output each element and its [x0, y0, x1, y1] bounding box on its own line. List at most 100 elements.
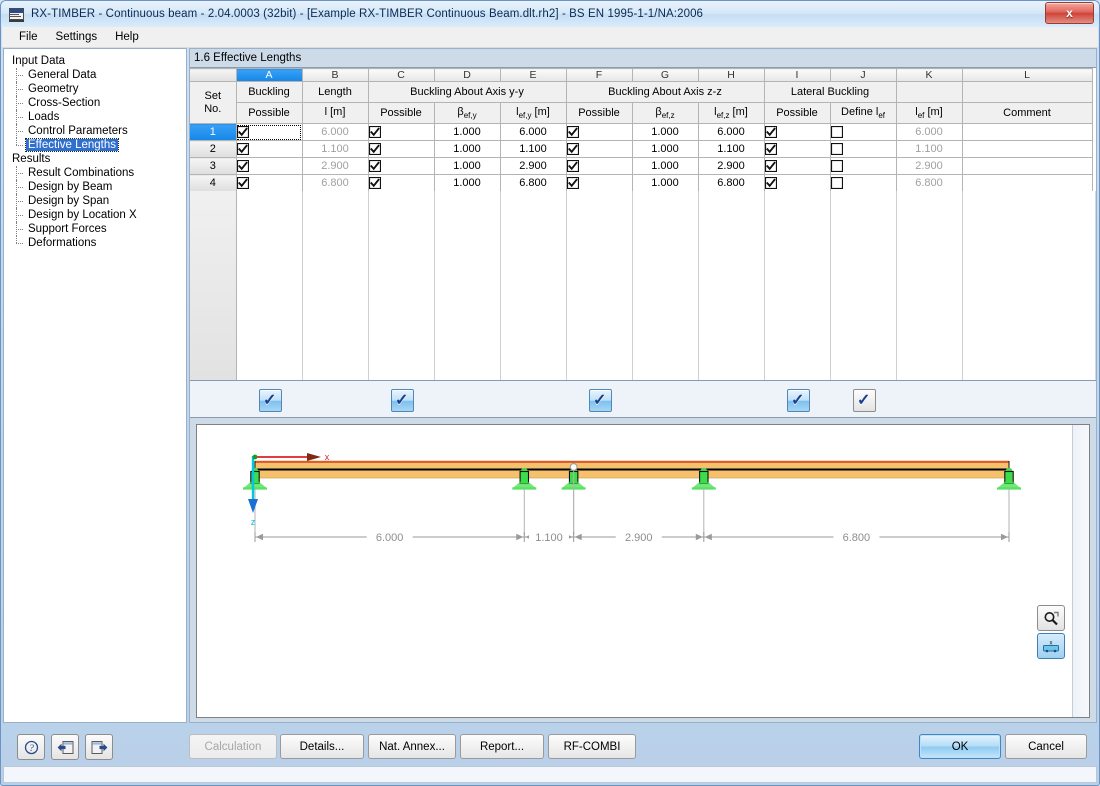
cell-zz-possible[interactable] — [566, 140, 633, 158]
cell-buckling-possible[interactable] — [236, 174, 303, 192]
cell-beta-ef-z[interactable]: 1.000 — [632, 157, 699, 175]
cell-beta-ef-y[interactable]: 1.000 — [434, 140, 501, 158]
rf-combi-button[interactable]: RF-COMBI — [548, 734, 636, 759]
sidebar-item-effective-lengths[interactable]: Effective Lengths — [10, 138, 186, 152]
cell-beta-ef-z[interactable]: 1.000 — [632, 123, 699, 141]
select-all-checkbox-i[interactable]: ✓ — [787, 389, 810, 412]
cell-lateral-possible[interactable] — [764, 123, 831, 141]
column-header-F[interactable]: F — [566, 68, 633, 82]
sidebar-item-result-combinations[interactable]: Result Combinations — [10, 166, 186, 180]
cell-l-ef-y[interactable]: 6.800 — [500, 174, 567, 192]
sidebar-item-design-by-location-x[interactable]: Design by Location X — [10, 208, 186, 222]
cell-length[interactable]: 6.000 — [302, 123, 369, 141]
grid-corner[interactable] — [190, 68, 237, 82]
tree-group-input-data[interactable]: Input Data — [10, 54, 186, 68]
select-all-checkbox-a[interactable]: ✓ — [259, 389, 282, 412]
details-button[interactable]: Details... — [280, 734, 364, 759]
cell-l-ef[interactable]: 6.000 — [896, 123, 963, 141]
cell-l-ef-z[interactable]: 1.100 — [698, 140, 765, 158]
cell-define-lef[interactable] — [830, 157, 897, 175]
table-row[interactable]: 1 6.000 1.000 6.000 1.000 6.000 6.000 — [190, 123, 1093, 141]
help-button[interactable]: ? — [17, 734, 45, 760]
cell-buckling-possible[interactable] — [236, 157, 303, 175]
tree-group-results[interactable]: Results — [10, 152, 186, 166]
cell-lateral-possible[interactable] — [764, 140, 831, 158]
select-all-checkbox-j[interactable]: ✓ — [853, 389, 876, 412]
sidebar-item-control-parameters[interactable]: Control Parameters — [10, 124, 186, 138]
cell-lateral-possible[interactable] — [764, 174, 831, 192]
column-header-J[interactable]: J — [830, 68, 897, 82]
row-header-set-no[interactable]: 2 — [190, 140, 237, 158]
nat-annex-button[interactable]: Nat. Annex... — [368, 734, 456, 759]
cell-yy-possible[interactable] — [368, 174, 435, 192]
cell-l-ef-z[interactable]: 2.900 — [698, 157, 765, 175]
cell-zz-possible[interactable] — [566, 123, 633, 141]
cell-beta-ef-z[interactable]: 1.000 — [632, 140, 699, 158]
column-header-L[interactable]: L — [962, 68, 1093, 82]
column-header-C[interactable]: C — [368, 68, 435, 82]
cell-comment[interactable] — [962, 140, 1093, 158]
cell-length[interactable]: 1.100 — [302, 140, 369, 158]
view-axis-icon[interactable]: x — [1037, 633, 1065, 659]
menu-file[interactable]: File — [10, 29, 47, 45]
table-row[interactable]: 3 2.900 1.000 2.900 1.000 2.900 2.900 — [190, 157, 1093, 175]
sidebar-item-deformations[interactable]: Deformations — [10, 236, 186, 250]
cancel-button[interactable]: Cancel — [1005, 734, 1087, 759]
cell-length[interactable]: 6.800 — [302, 174, 369, 192]
zoom-reset-icon[interactable] — [1037, 605, 1065, 631]
cell-yy-possible[interactable] — [368, 157, 435, 175]
sidebar-item-support-forces[interactable]: Support Forces — [10, 222, 186, 236]
column-header-E[interactable]: E — [500, 68, 567, 82]
cell-beta-ef-y[interactable]: 1.000 — [434, 174, 501, 192]
cell-l-ef[interactable]: 2.900 — [896, 157, 963, 175]
cell-beta-ef-y[interactable]: 1.000 — [434, 123, 501, 141]
column-header-B[interactable]: B — [302, 68, 369, 82]
sidebar-item-design-by-beam[interactable]: Design by Beam — [10, 180, 186, 194]
cell-l-ef-y[interactable]: 2.900 — [500, 157, 567, 175]
cell-comment[interactable] — [962, 123, 1093, 141]
cell-l-ef[interactable]: 6.800 — [896, 174, 963, 192]
report-button[interactable]: Report... — [460, 734, 544, 759]
cell-beta-ef-z[interactable]: 1.000 — [632, 174, 699, 192]
cell-buckling-possible[interactable] — [236, 123, 303, 141]
table-row[interactable]: 2 1.100 1.000 1.100 1.000 1.100 1.100 — [190, 140, 1093, 158]
cell-define-lef[interactable] — [830, 174, 897, 192]
column-header-D[interactable]: D — [434, 68, 501, 82]
cell-zz-possible[interactable] — [566, 174, 633, 192]
cell-l-ef-y[interactable]: 6.000 — [500, 123, 567, 141]
cell-buckling-possible[interactable] — [236, 140, 303, 158]
table-row[interactable]: 4 6.800 1.000 6.800 1.000 6.800 6.800 — [190, 174, 1093, 192]
beam-diagram-panel[interactable]: x z 6.000 1.100 2.900 6.800 x — [196, 424, 1090, 718]
next-button[interactable] — [85, 734, 113, 760]
select-all-checkbox-f[interactable]: ✓ — [589, 389, 612, 412]
column-header-G[interactable]: G — [632, 68, 699, 82]
cell-define-lef[interactable] — [830, 140, 897, 158]
cell-lateral-possible[interactable] — [764, 157, 831, 175]
cell-define-lef[interactable] — [830, 123, 897, 141]
cell-yy-possible[interactable] — [368, 140, 435, 158]
select-all-checkbox-c[interactable]: ✓ — [391, 389, 414, 412]
row-header-set-no[interactable]: 1 — [190, 123, 237, 141]
cell-comment[interactable] — [962, 157, 1093, 175]
ok-button[interactable]: OK — [919, 734, 1001, 759]
effective-lengths-table-container[interactable]: A B C D E F G H I J K L Set No. Buckling Length Buckling… — [190, 67, 1096, 381]
sidebar-item-loads[interactable]: Loads — [10, 110, 186, 124]
column-header-A[interactable]: A — [236, 68, 303, 82]
cell-zz-possible[interactable] — [566, 157, 633, 175]
menu-help[interactable]: Help — [106, 29, 148, 45]
cell-yy-possible[interactable] — [368, 123, 435, 141]
cell-comment[interactable] — [962, 174, 1093, 192]
row-header-set-no[interactable]: 3 — [190, 157, 237, 175]
sidebar-item-design-by-span[interactable]: Design by Span — [10, 194, 186, 208]
column-header-I[interactable]: I — [764, 68, 831, 82]
cell-l-ef-z[interactable]: 6.000 — [698, 123, 765, 141]
sidebar-item-general-data[interactable]: General Data — [10, 68, 186, 82]
cell-l-ef-z[interactable]: 6.800 — [698, 174, 765, 192]
close-button[interactable]: x — [1045, 2, 1094, 24]
sidebar-item-geometry[interactable]: Geometry — [10, 82, 186, 96]
sidebar-item-cross-section[interactable]: Cross-Section — [10, 96, 186, 110]
column-header-K[interactable]: K — [896, 68, 963, 82]
column-header-H[interactable]: H — [698, 68, 765, 82]
cell-length[interactable]: 2.900 — [302, 157, 369, 175]
cell-l-ef-y[interactable]: 1.100 — [500, 140, 567, 158]
